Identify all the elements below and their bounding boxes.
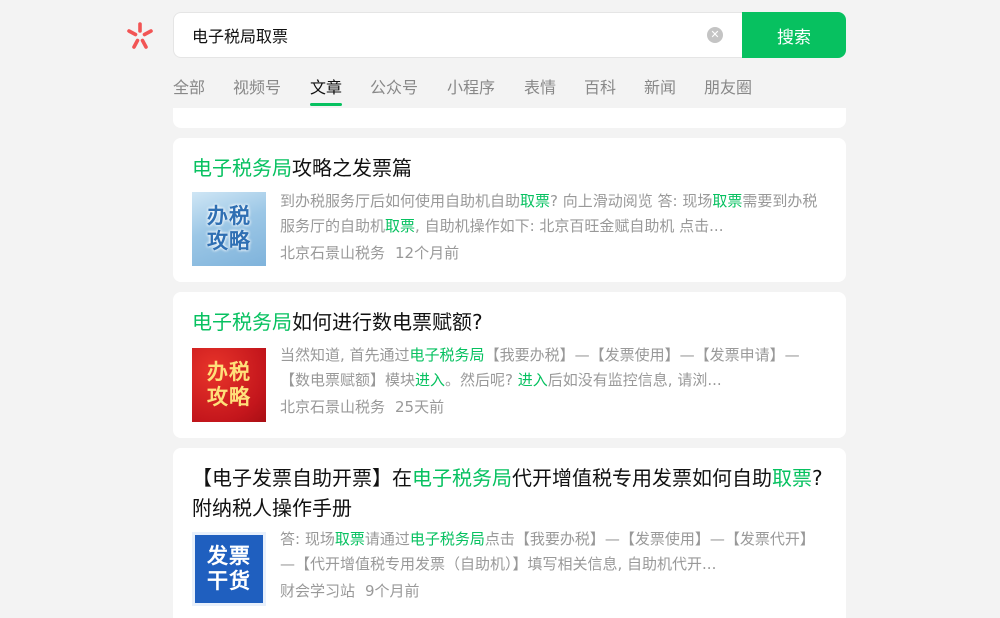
text-segment: 代开增值税专用发票如何自助 bbox=[512, 466, 772, 490]
result-thumbnail[interactable]: 办税 攻略 bbox=[192, 192, 266, 266]
result-card[interactable]: 【电子发票自助开票】在电子税务局代开增值税专用发票如何自助取票? 附纳税人操作手… bbox=[173, 448, 846, 618]
text-segment: 攻略之发票篇 bbox=[292, 156, 412, 180]
result-title[interactable]: 电子税务局攻略之发票篇 bbox=[192, 153, 826, 183]
thumbnail-label: 办税 攻略 bbox=[207, 360, 251, 409]
highlighted-keyword: 取票 bbox=[385, 217, 416, 235]
result-source[interactable]: 北京石景山税务 bbox=[280, 244, 385, 262]
result-source[interactable]: 财会学习站 bbox=[280, 582, 355, 600]
highlighted-keyword: 取票 bbox=[520, 192, 551, 210]
thumbnail-label: 办税 攻略 bbox=[207, 204, 251, 253]
result-thumbnail[interactable]: 办税 攻略 bbox=[192, 348, 266, 422]
result-snippet: 答: 现场取票请通过电子税务局点击【我要办税】—【发票使用】—【发票代开】—【代… bbox=[280, 527, 824, 577]
result-meta: 财会学习站 9个月前 bbox=[280, 580, 420, 601]
text-segment: 到办税服务厅后如何使用自助机自助 bbox=[280, 192, 521, 210]
result-title[interactable]: 电子税务局如何进行数电票赋额? bbox=[192, 307, 826, 337]
search-box: ✕ bbox=[173, 12, 743, 58]
highlighted-keyword: 取票 bbox=[712, 192, 743, 210]
result-snippet: 到办税服务厅后如何使用自助机自助取票? 向上滑动阅览 答: 现场取票需要到办税服… bbox=[280, 189, 824, 239]
tab-all[interactable]: 全部 bbox=[173, 76, 205, 106]
result-time: 9个月前 bbox=[365, 582, 420, 600]
highlighted-keyword: 电子税务局 bbox=[409, 346, 485, 364]
highlighted-keyword: 电子税务局 bbox=[192, 156, 292, 180]
highlighted-keyword: 进入 bbox=[517, 371, 548, 389]
tab-encyclopedia[interactable]: 百科 bbox=[584, 76, 616, 106]
result-title[interactable]: 【电子发票自助开票】在电子税务局代开增值税专用发票如何自助取票? 附纳税人操作手… bbox=[192, 463, 826, 523]
tab-moments[interactable]: 朋友圈 bbox=[704, 76, 752, 106]
result-source[interactable]: 北京石景山税务 bbox=[280, 398, 385, 416]
text-segment: 【电子发票自助开票】在 bbox=[192, 466, 412, 490]
search-input[interactable] bbox=[192, 13, 692, 57]
thumbnail-label: 发票 干货 bbox=[207, 544, 251, 593]
text-segment: ? 向上滑动阅览 答: 现场 bbox=[550, 192, 713, 210]
text-segment: 后如没有监控信息, 请浏... bbox=[547, 371, 722, 389]
tab-official-accounts[interactable]: 公众号 bbox=[370, 76, 418, 106]
result-card-partial bbox=[173, 108, 846, 128]
result-meta: 北京石景山税务 25天前 bbox=[280, 396, 444, 417]
text-segment: 如何进行数电票赋额? bbox=[292, 310, 483, 334]
highlighted-keyword: 进入 bbox=[415, 371, 446, 389]
result-card[interactable]: 电子税务局如何进行数电票赋额? 办税 攻略 当然知道, 首先通过电子税务局【我要办… bbox=[173, 292, 846, 438]
text-segment: 当然知道, 首先通过 bbox=[280, 346, 410, 364]
text-segment: , 自助机操作如下: 北京百旺金赋自助机 点击... bbox=[415, 217, 724, 235]
highlighted-keyword: 取票 bbox=[334, 530, 365, 548]
clear-icon[interactable]: ✕ bbox=[707, 27, 723, 43]
sogou-logo-icon bbox=[127, 22, 153, 49]
text-segment: 。然后呢? bbox=[445, 371, 518, 389]
tab-channels[interactable]: 视频号 bbox=[233, 76, 281, 106]
highlighted-keyword: 电子税务局 bbox=[412, 466, 512, 490]
text-segment: 请通过 bbox=[364, 530, 410, 548]
search-button[interactable]: 搜索 bbox=[742, 12, 846, 58]
result-snippet: 当然知道, 首先通过电子税务局【我要办税】—【发票使用】—【发票申请】—【数电票… bbox=[280, 343, 824, 393]
tab-articles[interactable]: 文章 bbox=[310, 76, 343, 106]
tab-news[interactable]: 新闻 bbox=[644, 76, 676, 106]
result-meta: 北京石景山税务 12个月前 bbox=[280, 242, 459, 263]
highlighted-keyword: 电子税务局 bbox=[192, 310, 292, 334]
tab-stickers[interactable]: 表情 bbox=[524, 76, 556, 106]
result-time: 25天前 bbox=[395, 398, 445, 416]
result-thumbnail[interactable]: 发票 干货 bbox=[192, 532, 266, 606]
text-segment: 答: 现场 bbox=[280, 530, 335, 548]
highlighted-keyword: 取票 bbox=[772, 466, 812, 490]
tab-mini-programs[interactable]: 小程序 bbox=[447, 76, 495, 106]
highlighted-keyword: 电子税务局 bbox=[409, 530, 485, 548]
result-card[interactable]: 电子税务局攻略之发票篇 办税 攻略 到办税服务厅后如何使用自助机自助取票? 向上滑… bbox=[173, 138, 846, 282]
result-time: 12个月前 bbox=[395, 244, 460, 262]
